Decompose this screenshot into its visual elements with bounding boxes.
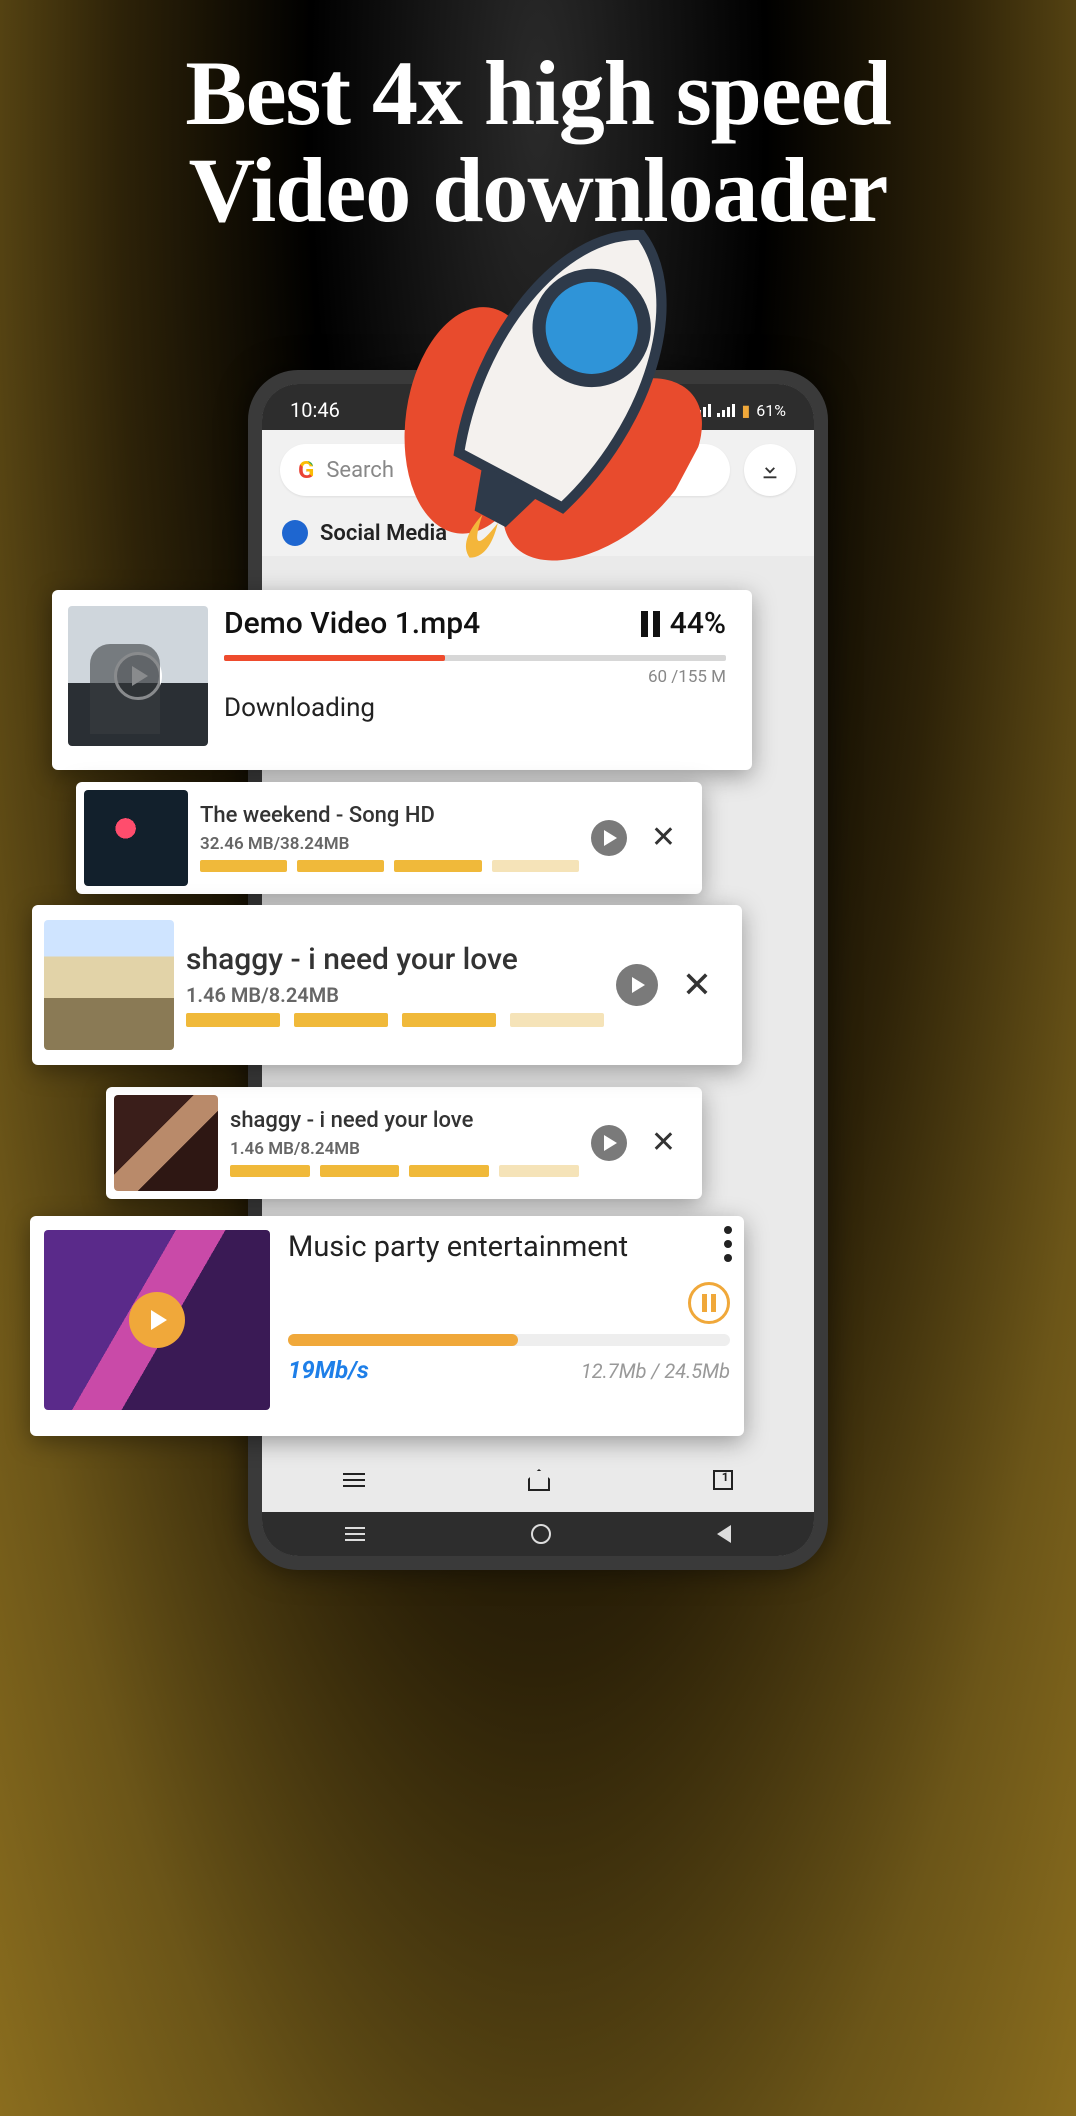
file-title: The weekend - Song HD — [200, 803, 579, 828]
play-icon — [114, 652, 162, 700]
size-label: 12.7Mb / 24.5Mb — [581, 1359, 730, 1383]
progress-bar[interactable] — [224, 655, 726, 661]
section-dot-icon — [282, 520, 308, 546]
progress-bar[interactable] — [288, 1334, 730, 1346]
download-icon — [759, 459, 781, 481]
progress-bar — [230, 1165, 579, 1177]
headline-line1: Best 4x high speed — [185, 42, 890, 144]
pause-button[interactable] — [688, 1282, 730, 1324]
download-card-weekend: The weekend - Song HD 32.46 MB/38.24MB ✕ — [76, 782, 702, 894]
status-label: Downloading — [224, 693, 726, 723]
app-bottom-bar — [262, 1452, 814, 1508]
percent-label: 44% — [670, 606, 726, 641]
progress-fill — [224, 655, 445, 661]
status-battery: 61% — [756, 401, 786, 420]
progress-bar — [200, 860, 579, 872]
speed-label: 19Mb/s — [288, 1356, 369, 1384]
download-card-demo: Demo Video 1.mp4 44% 60 /155 M Downloadi… — [52, 590, 752, 770]
menu-icon[interactable] — [343, 1473, 365, 1487]
file-title: Music party entertainment — [288, 1230, 730, 1264]
play-button[interactable] — [616, 964, 658, 1006]
nav-back-icon[interactable] — [717, 1525, 731, 1543]
size-meta: 60 /155 M — [224, 667, 726, 687]
size-label: 1.46 MB/8.24MB — [230, 1139, 579, 1159]
home-icon[interactable] — [528, 1469, 550, 1491]
size-label: 32.46 MB/38.24MB — [200, 834, 579, 854]
play-icon — [129, 1292, 185, 1348]
progress-fill — [288, 1334, 518, 1346]
download-card-music-party: Music party entertainment 19Mb/s 12.7Mb … — [30, 1216, 744, 1436]
close-button[interactable]: ✕ — [651, 1128, 676, 1158]
status-time: 10:46 — [290, 398, 340, 422]
more-button[interactable] — [724, 1226, 732, 1262]
play-button[interactable] — [591, 1125, 627, 1161]
thumbnail[interactable] — [44, 1230, 270, 1410]
close-button[interactable]: ✕ — [682, 967, 712, 1003]
download-card-shaggy-1: shaggy - i need your love 1.46 MB/8.24MB… — [32, 905, 742, 1065]
play-button[interactable] — [591, 820, 627, 856]
thumbnail[interactable] — [44, 920, 174, 1050]
size-label: 1.46 MB/8.24MB — [186, 983, 604, 1007]
file-title: Demo Video 1.mp4 — [224, 606, 480, 641]
android-nav-bar — [262, 1512, 814, 1556]
pause-button[interactable] — [641, 611, 660, 637]
downloads-button[interactable] — [744, 444, 796, 496]
close-button[interactable]: ✕ — [651, 823, 676, 853]
download-card-shaggy-2: shaggy - i need your love 1.46 MB/8.24MB… — [106, 1087, 702, 1199]
google-icon: G — [298, 456, 314, 484]
tabs-icon[interactable] — [713, 1470, 733, 1490]
file-title: shaggy - i need your love — [186, 942, 604, 977]
file-title: shaggy - i need your love — [230, 1108, 579, 1133]
thumbnail[interactable] — [84, 790, 188, 886]
nav-home-icon[interactable] — [531, 1524, 551, 1544]
battery-icon: ▮ — [741, 401, 750, 420]
nav-recents-icon[interactable] — [345, 1527, 365, 1541]
thumbnail[interactable] — [114, 1095, 218, 1191]
thumbnail[interactable] — [68, 606, 208, 746]
progress-bar — [186, 1013, 604, 1027]
